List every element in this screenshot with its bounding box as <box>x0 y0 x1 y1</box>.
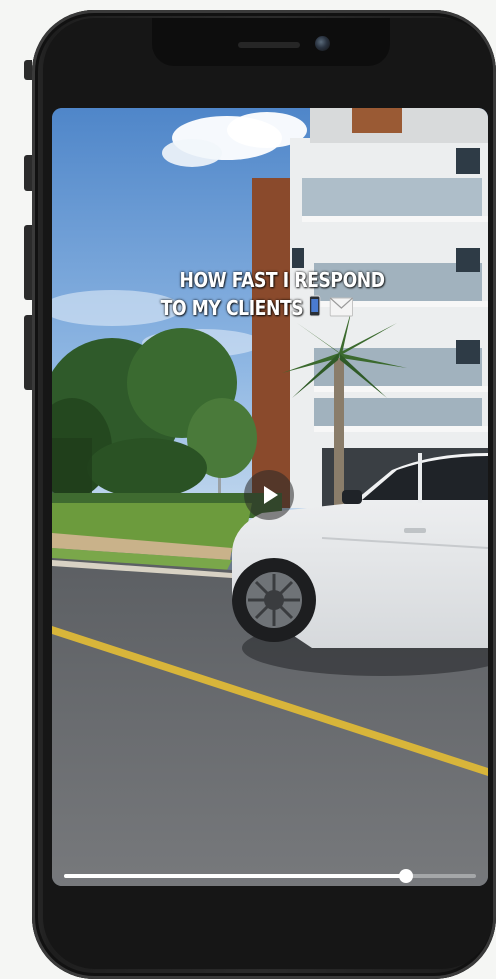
caption-line-2: TO MY CLIENTS <box>160 296 304 320</box>
video-caption: HOW FAST I RESPOND TO MY CLIENTS <box>83 266 458 324</box>
progress-scrubber[interactable] <box>398 869 413 883</box>
progress-fill <box>64 874 406 878</box>
envelope-icon <box>329 297 354 317</box>
front-camera <box>315 36 330 51</box>
silent-switch <box>24 60 32 80</box>
caption-line-1: HOW FAST I RESPOND <box>179 268 385 292</box>
stage: HOW FAST I RESPOND TO MY CLIENTS <box>0 0 496 979</box>
play-icon <box>264 486 278 504</box>
play-button[interactable] <box>244 470 294 520</box>
video-player[interactable]: HOW FAST I RESPOND TO MY CLIENTS <box>52 108 488 886</box>
volume-down-button <box>24 315 32 390</box>
mobile-phone-icon <box>308 295 321 317</box>
volume-up-button <box>24 225 32 300</box>
earpiece-speaker <box>238 42 300 48</box>
action-button <box>24 155 32 191</box>
video-progress-bar[interactable] <box>64 869 476 883</box>
